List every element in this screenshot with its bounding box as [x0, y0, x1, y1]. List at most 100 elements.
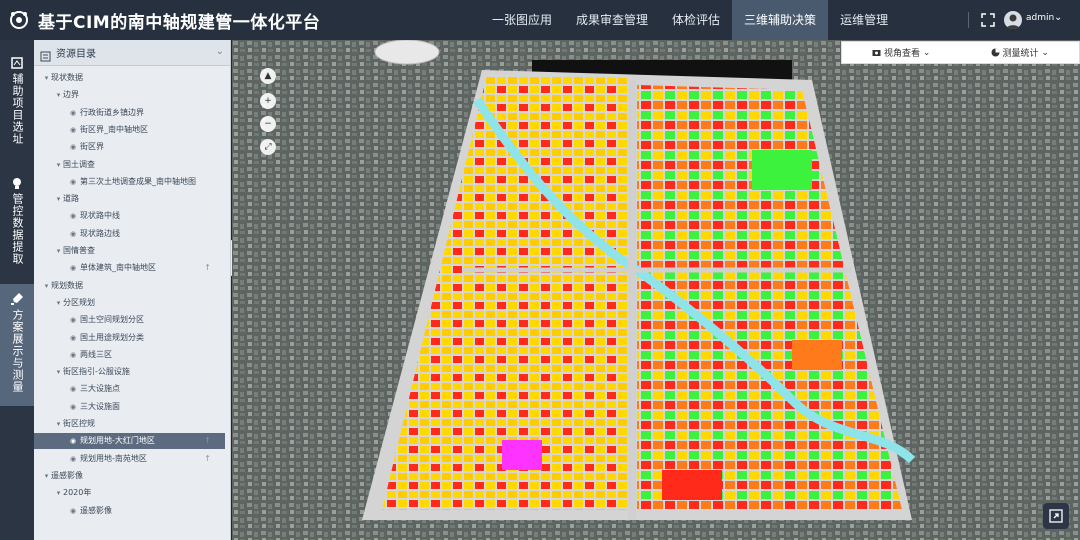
caret-down-icon[interactable]: ▾ [54, 157, 63, 173]
caret-down-icon[interactable]: ▾ [54, 485, 63, 501]
caret-down-icon[interactable]: ▾ [54, 295, 63, 311]
tree-label: 遥感影像 [51, 470, 83, 480]
tree-folder[interactable]: ▾ 街区指引-公服设施 [34, 364, 225, 380]
view-angle-label: 视角查看 [884, 49, 921, 59]
zoom-out-icon[interactable]: − [260, 116, 276, 132]
eye-icon[interactable]: ◉ [68, 381, 78, 397]
tab-plan-display[interactable]: 方案展示与测量 [0, 284, 34, 406]
tree-layer[interactable]: ◉ 街区界 [34, 139, 225, 155]
tree-label: 街区界_南中轴地区 [80, 124, 148, 134]
tree-folder[interactable]: ▾ 国情普查 [34, 243, 225, 259]
caret-down-icon[interactable]: ▾ [54, 416, 63, 432]
eye-icon[interactable]: ◉ [68, 503, 78, 519]
tree-label: 国土用途规划分类 [80, 332, 144, 342]
bulb-icon [10, 176, 24, 190]
nav-evaluation[interactable]: 体检评估 [660, 0, 732, 40]
tree-layer[interactable]: ◉ 单体建筑_南中轴地区 ↑ [34, 260, 225, 276]
measure-label: 测量统计 [1002, 49, 1039, 59]
caret-down-icon[interactable]: ▾ [54, 243, 63, 259]
tree-label: 国土空间规划分区 [80, 315, 144, 325]
eye-icon[interactable]: ◉ [68, 312, 78, 328]
caret-down-icon[interactable]: ▾ [42, 468, 51, 484]
tree-folder[interactable]: ▾ 规划数据 [34, 278, 225, 294]
tab-label: 方案展示与测量 [11, 309, 24, 393]
eye-icon[interactable]: ◉ [68, 330, 78, 346]
tree-folder[interactable]: ▾ 边界 [34, 87, 225, 103]
eye-icon[interactable]: ◉ [68, 122, 78, 138]
tree-layer[interactable]: ◉ 国土空间规划分区 [34, 312, 225, 328]
camera-icon [872, 48, 881, 57]
eye-icon[interactable]: ◉ [68, 433, 78, 449]
pin-icon[interactable]: ↑ [204, 451, 211, 467]
view-angle-button[interactable]: 视角查看 ⌄ [842, 46, 961, 59]
tree-layer[interactable]: ◉ 第三次土地调查成果_南中轴地图 [34, 174, 225, 190]
chevron-down-icon[interactable]: ⌄ [216, 46, 224, 57]
eye-icon[interactable]: ◉ [68, 208, 78, 224]
tree-label: 遥感影像 [80, 505, 112, 515]
tree-layer[interactable]: ◉ 现状路中线 [34, 208, 225, 224]
tree-layer[interactable]: ◉ 国土用途规划分类 [34, 330, 225, 346]
tree-folder[interactable]: ▾ 现状数据 [34, 70, 225, 86]
tree-layer[interactable]: ◉ 规划用地-大红门地区 ↑ [34, 433, 225, 450]
eye-icon[interactable]: ◉ [68, 139, 78, 155]
tree-label: 2020年 [63, 488, 92, 498]
chevron-down-icon[interactable]: ⌄ [1054, 12, 1062, 23]
tree-layer[interactable]: ◉ 遥感影像 [34, 503, 225, 519]
tree-layer[interactable]: ◉ 街区界_南中轴地区 [34, 122, 225, 138]
main-nav: 一张图应用 成果审查管理 体检评估 三维辅助决策 运维管理 [480, 0, 900, 40]
tree-label: 现状数据 [51, 73, 83, 82]
eye-icon[interactable]: ◉ [68, 226, 78, 242]
nav-operations[interactable]: 运维管理 [828, 0, 900, 40]
tree-layer[interactable]: ◉ 三大设施点 [34, 381, 225, 397]
fullscreen-icon[interactable] [980, 12, 996, 28]
map-3d-view[interactable]: ▲ + − ⤢ [232, 40, 1080, 540]
tree-label: 规划用地-大红门地区 [80, 436, 155, 446]
tree-layer[interactable]: ◉ 两线三区 [34, 347, 225, 363]
expand-icon[interactable] [1043, 503, 1069, 529]
map-canvas[interactable] [232, 40, 1080, 540]
tree-folder[interactable]: ▾ 道路 [34, 191, 225, 207]
tree-folder[interactable]: ▾ 街区控规 [34, 416, 225, 432]
eye-icon[interactable]: ◉ [68, 347, 78, 363]
tree-label: 街区界 [80, 142, 104, 152]
chevron-down-icon: ⌄ [1038, 47, 1049, 58]
tree-layer[interactable]: ◉ 规划用地-南苑地区 ↑ [34, 451, 225, 467]
panel-header[interactable]: 资源目录 ⌄ [34, 40, 230, 66]
side-tab-bar: 辅助项目选址 管控数据提取 方案展示与测量 [0, 40, 34, 540]
eye-icon[interactable]: ◉ [68, 451, 78, 467]
pin-icon[interactable]: ↑ [204, 260, 211, 276]
caret-down-icon[interactable]: ▾ [42, 70, 51, 86]
nav-3d-decision[interactable]: 三维辅助决策 [732, 0, 829, 40]
caret-down-icon[interactable]: ▾ [54, 191, 63, 207]
eye-icon[interactable]: ◉ [68, 105, 78, 121]
tab-label: 管控数据提取 [11, 193, 24, 265]
tree-label: 单体建筑_南中轴地区 [80, 263, 156, 273]
measure-button[interactable]: 测量统计 ⌄ [961, 46, 1080, 59]
caret-down-icon[interactable]: ▾ [54, 87, 63, 103]
caret-down-icon[interactable]: ▾ [42, 278, 51, 294]
eye-icon[interactable]: ◉ [68, 260, 78, 276]
tree-layer[interactable]: ◉ 行政街道乡镇边界 [34, 105, 225, 121]
eye-icon[interactable]: ◉ [68, 174, 78, 190]
caret-down-icon[interactable]: ▾ [54, 364, 63, 380]
top-header: 基于CIM的南中轴规建管一体化平台 一张图应用 成果审查管理 体检评估 三维辅助… [0, 0, 1080, 40]
tab-site-selection[interactable]: 辅助项目选址 [0, 48, 34, 148]
avatar[interactable] [1004, 11, 1022, 29]
zoom-in-icon[interactable]: + [260, 93, 276, 109]
tree-folder[interactable]: ▾ 遥感影像 [34, 468, 225, 484]
tree-label: 三大设施面 [80, 401, 120, 411]
tree-layer[interactable]: ◉ 三大设施面 [34, 399, 225, 415]
tree-layer[interactable]: ◉ 现状路边线 [34, 226, 225, 242]
extent-icon[interactable]: ⤢ [260, 139, 276, 155]
nav-map-application[interactable]: 一张图应用 [480, 0, 564, 40]
user-name[interactable]: admin [1026, 13, 1054, 23]
tree-label: 行政街道乡镇边界 [80, 107, 144, 117]
tab-data-extraction[interactable]: 管控数据提取 [0, 168, 34, 268]
compass-icon[interactable]: ▲ [260, 68, 276, 84]
tree-folder[interactable]: ▾ 国土调查 [34, 157, 225, 173]
tree-folder[interactable]: ▾ 2020年 [34, 485, 225, 501]
tree-folder[interactable]: ▾ 分区规划 [34, 295, 225, 311]
eye-icon[interactable]: ◉ [68, 399, 78, 415]
pin-icon[interactable]: ↑ [204, 433, 211, 449]
nav-result-review[interactable]: 成果审查管理 [564, 0, 660, 40]
